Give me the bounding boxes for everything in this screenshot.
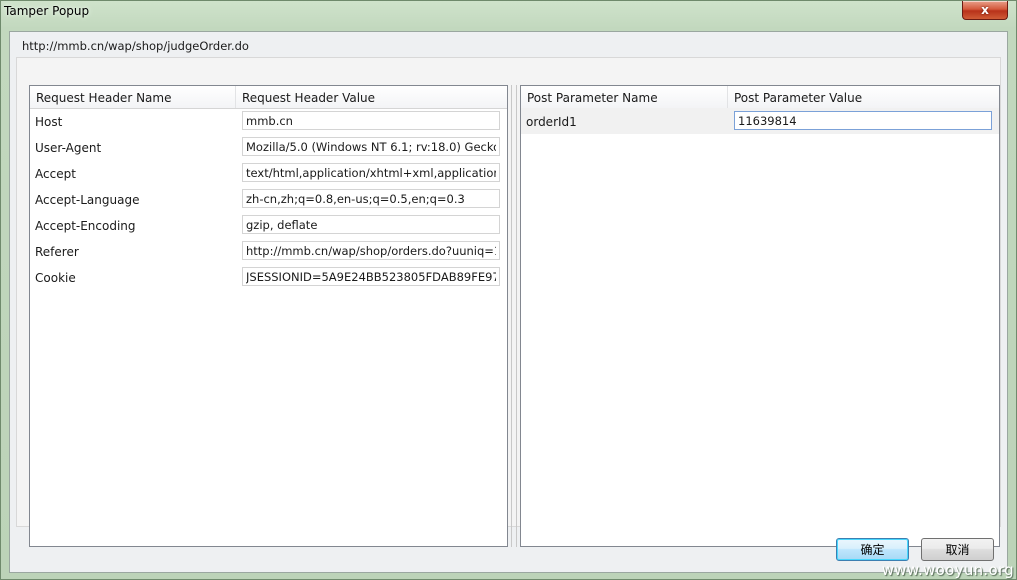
ok-button[interactable]: 确定 [836, 538, 909, 561]
title-bar[interactable]: Tamper Popup x [1, 1, 1016, 27]
column-header-post-parameter-value[interactable]: Post Parameter Value [728, 86, 999, 108]
header-value-cell [236, 264, 507, 290]
table-row: Accept-Encoding [30, 212, 507, 238]
header-name-accept: Accept [35, 167, 76, 181]
header-value-user-agent-input[interactable] [242, 137, 500, 156]
post-parameters-grid: Post Parameter Name Post Parameter Value… [520, 85, 1000, 547]
header-value-cookie-input[interactable] [242, 267, 500, 286]
header-name-accept-encoding: Accept-Encoding [35, 219, 136, 233]
request-url: http://mmb.cn/wap/shop/judgeOrder.do [22, 39, 249, 53]
close-icon: x [981, 3, 989, 17]
close-button[interactable]: x [962, 1, 1008, 20]
header-value-cell [236, 108, 507, 134]
header-value-accept-encoding-input[interactable] [242, 215, 500, 234]
header-value-host-input[interactable] [242, 111, 500, 130]
pane-splitter[interactable] [511, 85, 517, 547]
table-row: User-Agent [30, 134, 507, 160]
header-value-cell [236, 134, 507, 160]
header-value-cell [236, 238, 507, 264]
column-header-post-parameter-name[interactable]: Post Parameter Name [521, 86, 728, 108]
param-value-orderid1-input[interactable] [734, 111, 992, 130]
table-row: Accept-Language [30, 186, 507, 212]
request-headers-grid: Request Header Name Request Header Value… [29, 85, 508, 547]
column-header-request-header-name[interactable]: Request Header Name [30, 86, 236, 108]
header-value-accept-language-input[interactable] [242, 189, 500, 208]
cancel-button[interactable]: 取消 [921, 538, 994, 561]
header-name-referer: Referer [35, 245, 79, 259]
request-headers-header: Request Header Name Request Header Value [30, 86, 507, 109]
header-value-cell [236, 186, 507, 212]
table-row: Accept [30, 160, 507, 186]
header-value-cell [236, 212, 507, 238]
header-value-accept-input[interactable] [242, 163, 500, 182]
header-value-referer-input[interactable] [242, 241, 500, 260]
request-headers-rows: Host User-Agent Accept [30, 108, 507, 290]
header-name-accept-language: Accept-Language [35, 193, 140, 207]
content-panel: Request Header Name Request Header Value… [16, 57, 1001, 547]
header-name-cookie: Cookie [35, 271, 76, 285]
dialog-client-area: http://mmb.cn/wap/shop/judgeOrder.do Req… [9, 31, 1008, 573]
header-name-user-agent: User-Agent [35, 141, 102, 155]
post-parameters-rows: orderId1 [521, 108, 999, 134]
table-row: orderId1 [521, 108, 999, 134]
column-header-request-header-value[interactable]: Request Header Value [236, 86, 507, 108]
header-name-host: Host [35, 115, 63, 129]
table-row: Cookie [30, 264, 507, 290]
table-row: Host [30, 108, 507, 134]
watermark: www.wooyun.org [881, 561, 1014, 579]
tamper-popup-window: Tamper Popup x http://mmb.cn/wap/shop/ju… [0, 0, 1017, 580]
table-row: Referer [30, 238, 507, 264]
param-name-orderid1: orderId1 [526, 115, 577, 129]
param-value-cell [728, 108, 999, 134]
window-title: Tamper Popup [4, 4, 90, 18]
header-value-cell [236, 160, 507, 186]
post-parameters-header: Post Parameter Name Post Parameter Value [521, 86, 999, 109]
